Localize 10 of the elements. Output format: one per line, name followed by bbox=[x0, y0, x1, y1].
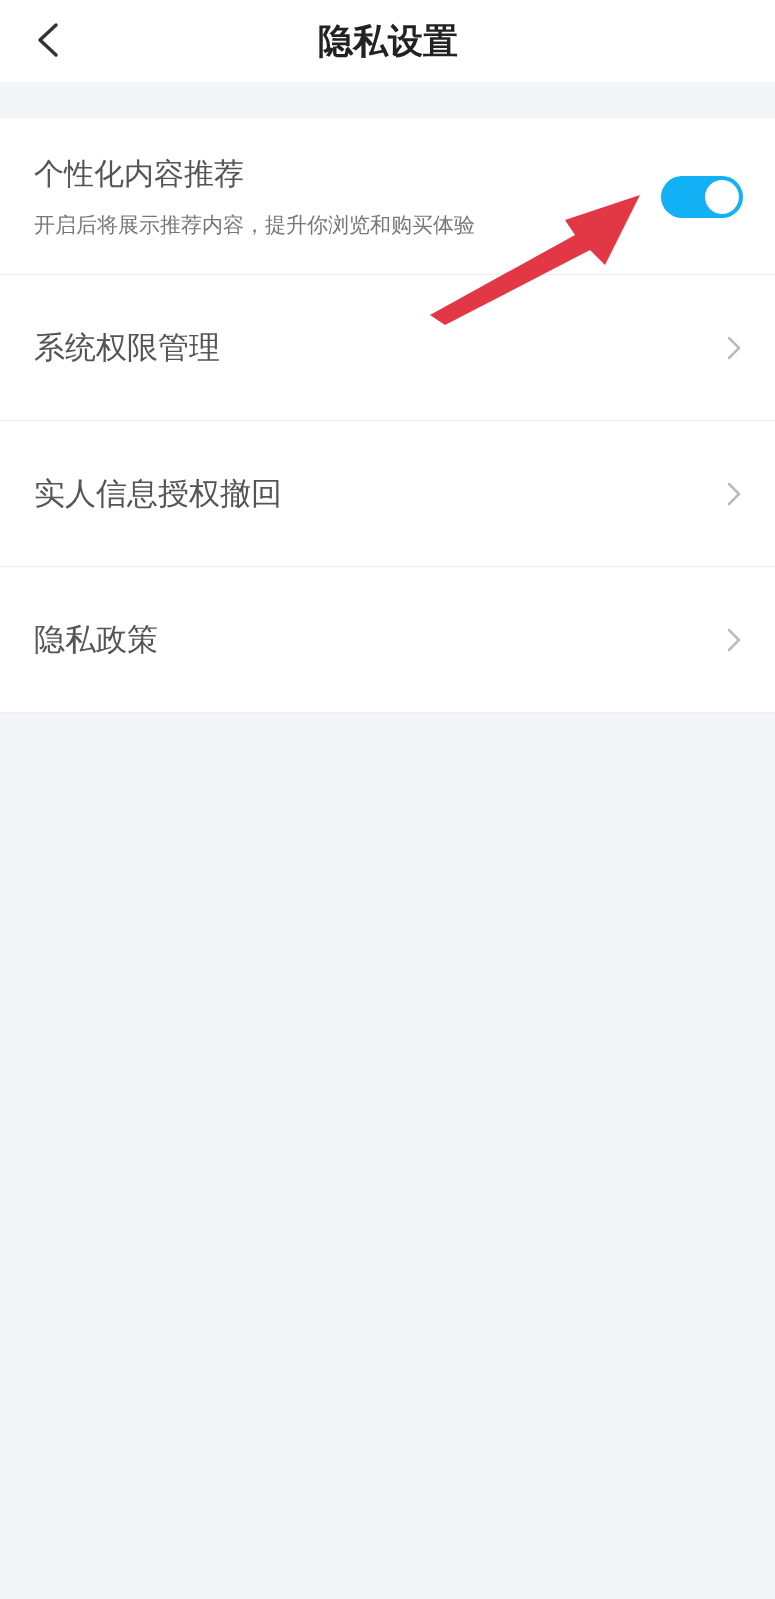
toggle-description: 开启后将展示推荐内容，提升你浏览和购买体验 bbox=[34, 212, 475, 240]
chevron-right-icon bbox=[727, 627, 741, 652]
toggle-label: 个性化内容推荐 bbox=[34, 155, 245, 194]
chevron-right-icon bbox=[727, 481, 741, 506]
page-title: 隐私设置 bbox=[317, 19, 458, 63]
menu-item[interactable]: 系统权限管理 bbox=[0, 275, 775, 421]
menu-item[interactable]: 实人信息授权撤回 bbox=[0, 421, 775, 567]
chevron-right-icon bbox=[727, 335, 741, 360]
toggle-switch[interactable] bbox=[661, 175, 743, 218]
menu-item[interactable]: 隐私政策 bbox=[0, 567, 775, 713]
